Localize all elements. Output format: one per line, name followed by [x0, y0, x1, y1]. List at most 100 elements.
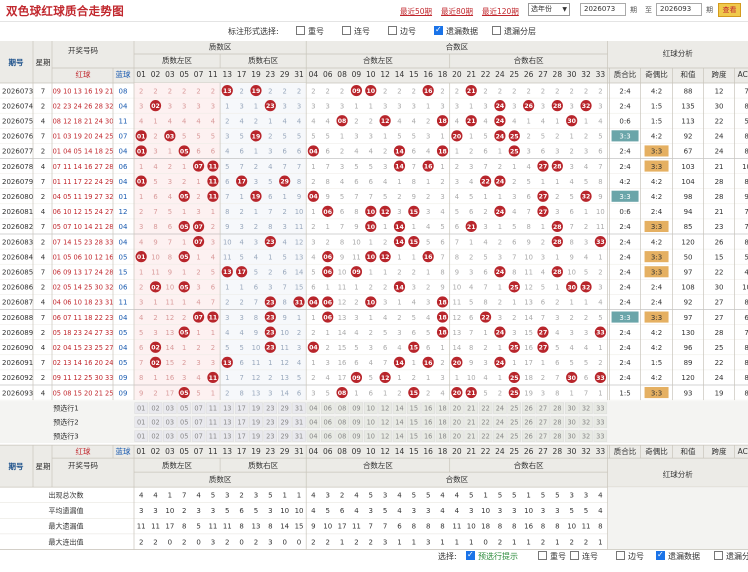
miss-value: 1 [182, 238, 186, 246]
top-bar: 双色球红球质合走势图 最近50期 最近80期 最近120期 选年份 202607… [0, 0, 748, 22]
miss-value: 1 [139, 268, 143, 276]
footer-num-col-03: 03 [165, 447, 175, 456]
checkbox-icon[interactable] [342, 26, 351, 35]
miss-value: 8 [283, 299, 287, 307]
preselect-number: 24 [496, 405, 504, 413]
checkbox-icon[interactable] [570, 551, 579, 560]
miss-value: 5 [584, 359, 588, 367]
red-balls-cell: 01 04 05 14 18 25 [53, 148, 114, 156]
bottom-option-1[interactable]: 重号 [538, 551, 566, 562]
analysis-span-cell: 24 [715, 374, 724, 382]
start-issue-input[interactable]: 2026073 [580, 3, 626, 16]
table-row: 2026087 4 04 06 10 18 23 31 11 3 1 11 1 4 7 2 2 7 23 8… [0, 296, 748, 310]
checkbox-icon[interactable] [656, 550, 665, 560]
preselect-number: 05 [180, 433, 188, 441]
stats-value: 5 [211, 492, 215, 500]
preselect-number: 10 [367, 405, 375, 413]
hit-ball-number: 08 [338, 390, 347, 397]
miss-value: 7 [526, 208, 530, 216]
hit-ball-number: 24 [496, 269, 505, 276]
end-issue-input[interactable]: 2026093 [656, 3, 702, 16]
bottom-option-3[interactable]: 边号 [616, 551, 644, 562]
option-label: 遗漏分层 [726, 552, 748, 561]
period-120-link[interactable]: 最近120期 [482, 6, 519, 17]
year-select[interactable]: 选年份 [528, 3, 570, 16]
miss-value: 6 [412, 329, 416, 337]
miss-value: 1 [570, 389, 574, 397]
checkbox-icon[interactable] [466, 550, 475, 560]
miss-value: 5 [555, 344, 559, 352]
bottom-option-5[interactable]: 遗漏分层 [714, 551, 748, 562]
query-button[interactable]: 查看 [718, 3, 741, 17]
top-option-3[interactable]: 遗漏数据 [434, 25, 478, 37]
miss-value: 4 [254, 253, 258, 261]
miss-value: 8 [139, 374, 143, 382]
hit-ball-number: 28 [553, 269, 562, 276]
miss-value: 4 [354, 148, 358, 156]
checkbox-icon[interactable] [616, 551, 625, 560]
miss-value: 1 [326, 223, 330, 231]
top-option-4[interactable]: 遗漏分层 [492, 26, 536, 37]
period-80-link[interactable]: 最近80期 [441, 6, 473, 17]
red-balls-cell: 05 18 23 24 27 33 [53, 329, 114, 337]
stats-value: 5 [498, 492, 502, 500]
miss-value: 1 [311, 359, 315, 367]
miss-value: 15 [338, 344, 347, 352]
footer-num-col-12: 12 [380, 447, 390, 456]
week-cell: 7 [41, 268, 45, 276]
bottom-option-2[interactable]: 连号 [570, 551, 598, 562]
checkbox-icon[interactable] [492, 26, 501, 35]
top-option-0[interactable]: 重号 [296, 26, 324, 37]
checkbox-icon[interactable] [388, 26, 397, 35]
hit-ball-number: 32 [582, 194, 591, 201]
table-row: 2026074 2 02 23 24 26 28 32 04 3 02 3 3 3 3 1 3 1 23 3… [0, 100, 748, 114]
prime-right-zone-bg [220, 83, 307, 401]
miss-value: 1 [196, 178, 200, 186]
miss-value: 11 [524, 268, 533, 276]
analysis-ac-cell: 8 [744, 299, 748, 307]
top-option-2[interactable]: 边号 [388, 26, 416, 37]
miss-value: 4 [483, 117, 487, 125]
analysis-r1-cell: 0:6 [619, 117, 631, 125]
miss-value: 7 [239, 163, 243, 171]
analysis-r1-cell: 2:4 [619, 284, 631, 292]
checkbox-icon[interactable] [434, 25, 443, 35]
footer-prime-right-header: 质数右区 [248, 460, 278, 470]
preselect-row[interactable]: 预选行1 01 02 03 05 07 11 13 17 19 23 29 31 04 06 08 09 10 12… [53, 402, 608, 414]
miss-value: 3 [196, 284, 200, 292]
issue-cell: 2026084 [2, 253, 34, 261]
stats-value: 14 [280, 523, 289, 531]
analysis-ac-cell: 10 [742, 284, 748, 292]
period-50-link[interactable]: 最近50期 [400, 6, 432, 17]
hit-ball-number: 21 [467, 390, 476, 397]
checkbox-icon[interactable] [296, 26, 305, 35]
miss-value: 5 [168, 208, 172, 216]
footer-col-r1-header: 质合比 [614, 446, 637, 456]
hit-ball-number: 28 [553, 224, 562, 231]
bottom-option-0[interactable]: 预选行提示 [466, 550, 518, 562]
composite-zone-header: 合数区 [446, 42, 469, 52]
miss-value: 9 [283, 314, 287, 322]
miss-value: 8 [440, 268, 444, 276]
hit-ball-number: 03 [166, 133, 175, 140]
checkbox-icon[interactable] [714, 551, 723, 560]
bottom-option-4[interactable]: 遗漏数据 [656, 550, 700, 562]
preselect-number: 31 [295, 419, 303, 427]
preselect-row[interactable]: 预选行2 01 02 03 05 07 11 13 17 19 23 29 31 04 06 08 09 10 12… [53, 416, 608, 428]
analysis-r1-cell: 1:5 [619, 389, 630, 397]
footer-draw-header: 开奖号码 [68, 460, 98, 470]
preselect-row[interactable]: 预选行3 01 02 03 05 07 11 13 17 19 23 29 31 04 06 08 09 10 12… [53, 430, 608, 442]
miss-value: 1 [254, 208, 258, 216]
miss-value: 7 [369, 193, 373, 201]
miss-value: 18 [524, 374, 533, 382]
stats-value: 5 [225, 507, 229, 515]
top-option-1[interactable]: 连号 [342, 26, 370, 37]
miss-value: 7 [283, 163, 287, 171]
miss-value: 6 [570, 208, 574, 216]
stats-value: 3 [555, 507, 559, 515]
checkbox-icon[interactable] [538, 551, 547, 560]
miss-value: 6 [469, 208, 473, 216]
miss-value: 4 [297, 359, 301, 367]
miss-value: 10 [295, 208, 304, 216]
miss-value: 1 [512, 299, 516, 307]
